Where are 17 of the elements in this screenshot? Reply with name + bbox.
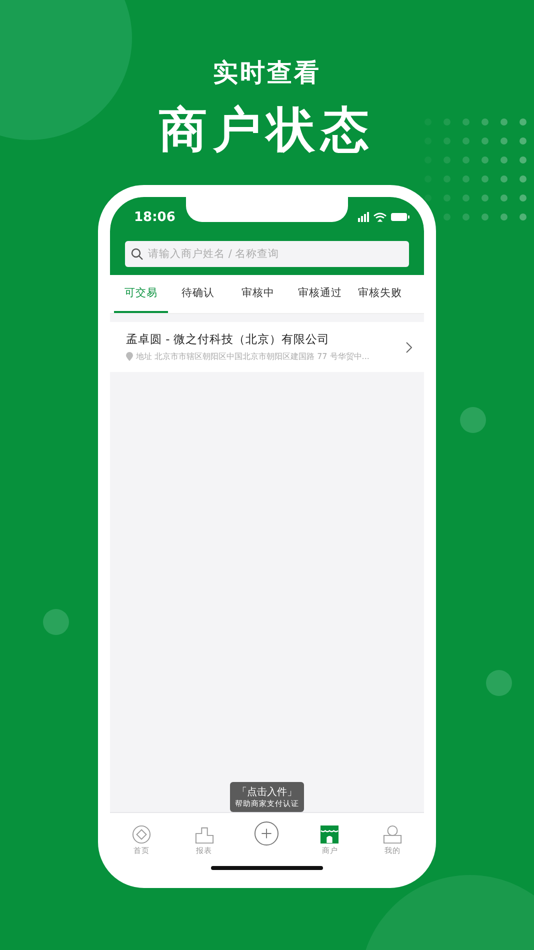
- pin-icon: [126, 352, 133, 361]
- circle-decoration: [460, 407, 486, 433]
- search-icon: [131, 248, 143, 260]
- circle-decoration: [43, 609, 69, 635]
- circle-decoration: [486, 670, 512, 696]
- status-tab[interactable]: 审核通过: [288, 275, 348, 313]
- headline-subtitle: 实时查看: [213, 57, 321, 89]
- status-time: 18:06: [134, 208, 176, 224]
- merchant-address: 地址 北京市市辖区朝阳区中国北京市朝阳区建国路 77 号华贸中...: [136, 351, 370, 362]
- merchant-card[interactable]: 孟卓圆 - 微之付科技（北京）有限公司 地址 北京市市辖区朝阳区中国北京市朝阳区建国路 77 号华贸中...: [110, 322, 424, 372]
- search-field[interactable]: 请输入商户姓名 / 名称查询: [125, 241, 409, 267]
- status-tab[interactable]: 审核失败: [348, 275, 408, 313]
- merchant-name: 孟卓圆 - 微之付科技（北京）有限公司: [126, 332, 330, 347]
- chevron-right-icon: [406, 342, 412, 352]
- status-tab[interactable]: 审核中: [228, 275, 288, 313]
- headline-title: 商户状态: [159, 101, 375, 159]
- status-tab[interactable]: 待确认: [168, 275, 228, 313]
